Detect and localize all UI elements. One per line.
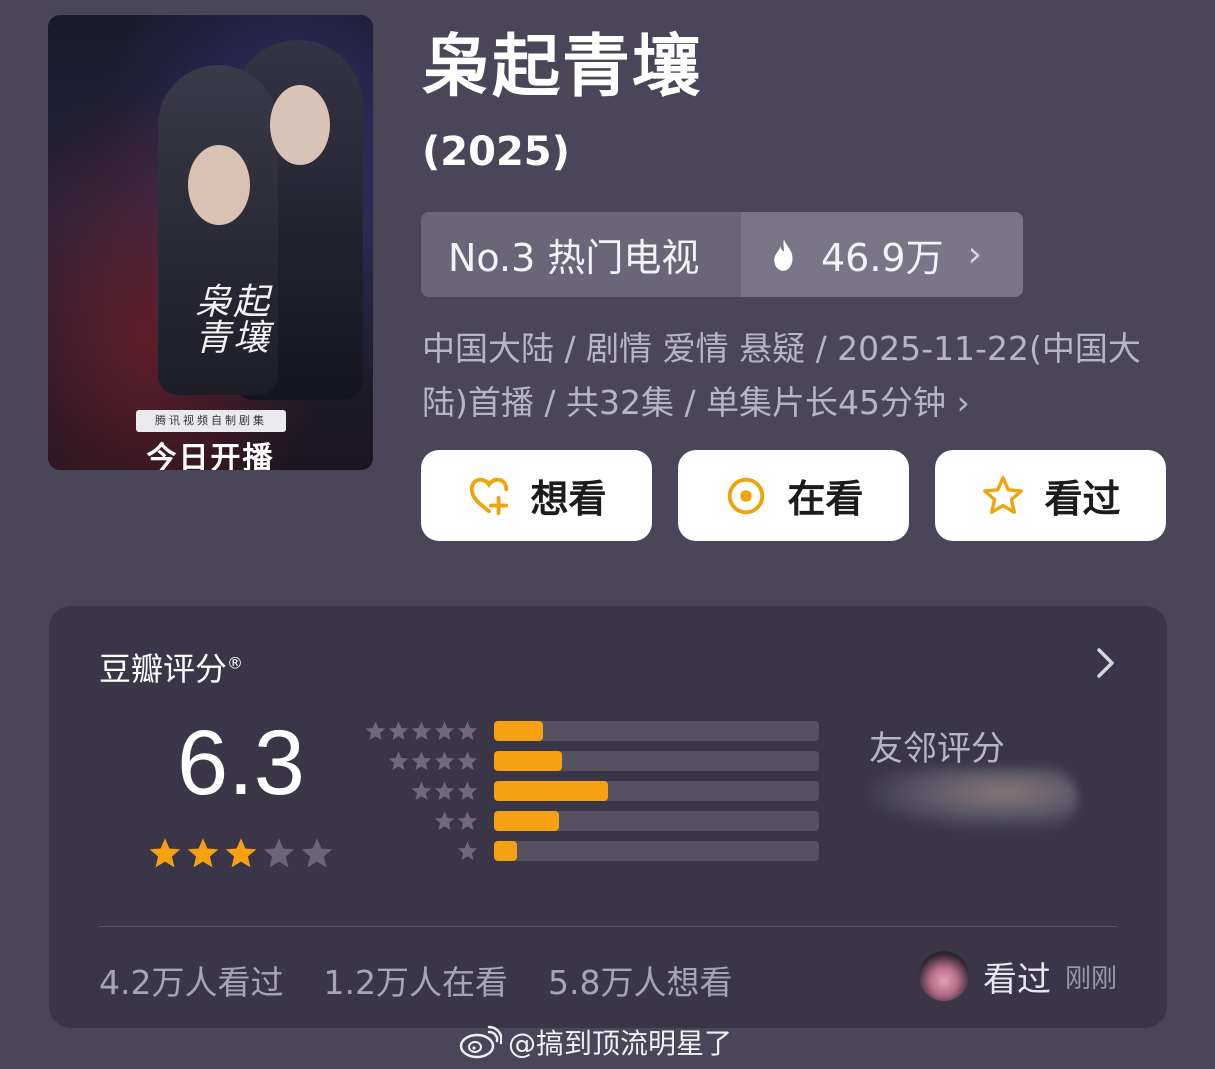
recent-action: 看过 bbox=[982, 959, 1051, 1000]
star-icon bbox=[434, 780, 455, 800]
distribution-bar-fill bbox=[494, 811, 559, 831]
star-icon bbox=[411, 780, 432, 800]
action-buttons: 想看 在看 看过 bbox=[421, 450, 1166, 541]
star-icon bbox=[457, 840, 478, 860]
stat-watched[interactable]: 4.2万人看过 bbox=[99, 956, 283, 1004]
watermark-text: @搞到顶流明星了 bbox=[508, 1027, 733, 1060]
distribution-bar-fill bbox=[494, 721, 543, 741]
distribution-bar-track bbox=[494, 811, 819, 831]
avatar[interactable] bbox=[918, 951, 969, 1001]
star-icon bbox=[457, 810, 478, 830]
star-outline-icon bbox=[983, 475, 1024, 514]
distribution-bar-fill bbox=[494, 841, 517, 861]
registered-mark: ® bbox=[227, 653, 244, 673]
weibo-watermark: @搞到顶流明星了 bbox=[458, 1022, 732, 1062]
distribution-bar-track bbox=[494, 751, 819, 771]
star-icon bbox=[434, 720, 455, 740]
rating-score: 6.3 bbox=[177, 712, 305, 814]
star-icon bbox=[457, 720, 478, 740]
distribution-stars bbox=[364, 810, 479, 833]
watched-button[interactable]: 看过 bbox=[935, 450, 1166, 541]
star-icon bbox=[457, 750, 478, 770]
stat-want[interactable]: 5.8万人想看 bbox=[548, 956, 732, 1004]
rating-distribution bbox=[364, 716, 819, 866]
neighbor-rating-blurred bbox=[867, 768, 1077, 830]
want-to-watch-label: 想看 bbox=[530, 477, 607, 521]
watching-button[interactable]: 在看 bbox=[678, 450, 909, 541]
star-icon bbox=[411, 750, 432, 770]
stat-watching[interactable]: 1.2万人在看 bbox=[323, 956, 507, 1004]
heat-section[interactable]: 46.9万 › bbox=[741, 212, 1023, 297]
distribution-stars bbox=[364, 780, 479, 803]
neighbor-rating-label: 友邻评分 bbox=[869, 729, 1005, 769]
watching-label: 在看 bbox=[787, 477, 864, 521]
distribution-row bbox=[364, 716, 819, 746]
meta-text: 中国大陆 / 剧情 爱情 悬疑 / 2025-11-22(中国大陆)首播 / 共… bbox=[422, 329, 1141, 422]
heart-plus-icon bbox=[470, 477, 509, 515]
rating-panel[interactable]: 豆瓣评分® 6.3 友邻评分 4.2万人看过 1.2万人在看 5.8万人想看 看… bbox=[49, 606, 1167, 1028]
watch-stats: 4.2万人看过 1.2万人在看 5.8万人想看 bbox=[99, 956, 732, 1004]
chevron-right-icon[interactable] bbox=[1095, 646, 1117, 680]
star-empty-icon bbox=[263, 838, 295, 868]
meta-info[interactable]: 中国大陆 / 剧情 爱情 悬疑 / 2025-11-22(中国大陆)首播 / 共… bbox=[422, 322, 1182, 430]
poster-face bbox=[270, 85, 330, 165]
rating-stars bbox=[147, 836, 335, 872]
star-empty-icon bbox=[301, 838, 333, 868]
distribution-row bbox=[364, 776, 819, 806]
distribution-bar-fill bbox=[494, 751, 563, 771]
distribution-bar-track bbox=[494, 781, 819, 801]
poster-strip: 腾讯视频自制剧集 bbox=[136, 410, 286, 432]
distribution-stars bbox=[364, 750, 479, 773]
watched-label: 看过 bbox=[1044, 477, 1121, 521]
poster-calligraphy: 枭起青壤 bbox=[194, 282, 271, 359]
star-icon bbox=[411, 720, 432, 740]
chevron-right-icon: › bbox=[967, 234, 983, 275]
flame-icon bbox=[774, 238, 793, 271]
distribution-row bbox=[364, 836, 819, 866]
poster-image[interactable]: 枭起青壤 腾讯视频自制剧集 今日开播 bbox=[48, 15, 373, 470]
star-filled-icon bbox=[187, 838, 219, 868]
distribution-row bbox=[364, 806, 819, 836]
poster-face bbox=[188, 145, 250, 225]
star-filled-icon bbox=[149, 838, 181, 868]
rating-title-text: 豆瓣评分 bbox=[99, 650, 228, 688]
want-to-watch-button[interactable]: 想看 bbox=[421, 450, 652, 541]
distribution-stars bbox=[364, 840, 479, 863]
divider bbox=[99, 926, 1117, 927]
star-filled-icon bbox=[225, 838, 257, 868]
rank-label: No.3 热门电视 bbox=[448, 236, 700, 280]
page-title: 枭起青壤 bbox=[422, 28, 703, 107]
target-icon bbox=[728, 477, 765, 514]
distribution-bar-track bbox=[494, 841, 819, 861]
recent-time: 刚刚 bbox=[1064, 963, 1117, 994]
release-year: (2025) bbox=[422, 129, 570, 175]
star-icon bbox=[457, 780, 478, 800]
star-icon bbox=[388, 720, 409, 740]
distribution-row bbox=[364, 746, 819, 776]
distribution-bar-track bbox=[494, 721, 819, 741]
heat-value: 46.9万 bbox=[821, 236, 944, 280]
rating-title: 豆瓣评分® bbox=[99, 644, 243, 690]
rank-pill[interactable]: No.3 热门电视 46.9万 › bbox=[421, 212, 1023, 297]
poster-today: 今日开播 bbox=[146, 441, 275, 470]
star-icon bbox=[365, 720, 386, 740]
star-icon bbox=[388, 750, 409, 770]
star-icon bbox=[434, 810, 455, 830]
recent-activity[interactable]: 看过 刚刚 bbox=[918, 951, 1117, 1001]
distribution-stars bbox=[364, 720, 479, 743]
distribution-bar-fill bbox=[494, 781, 608, 801]
star-icon bbox=[434, 750, 455, 770]
chevron-right-icon: › bbox=[956, 383, 970, 422]
weibo-icon bbox=[459, 1025, 502, 1059]
